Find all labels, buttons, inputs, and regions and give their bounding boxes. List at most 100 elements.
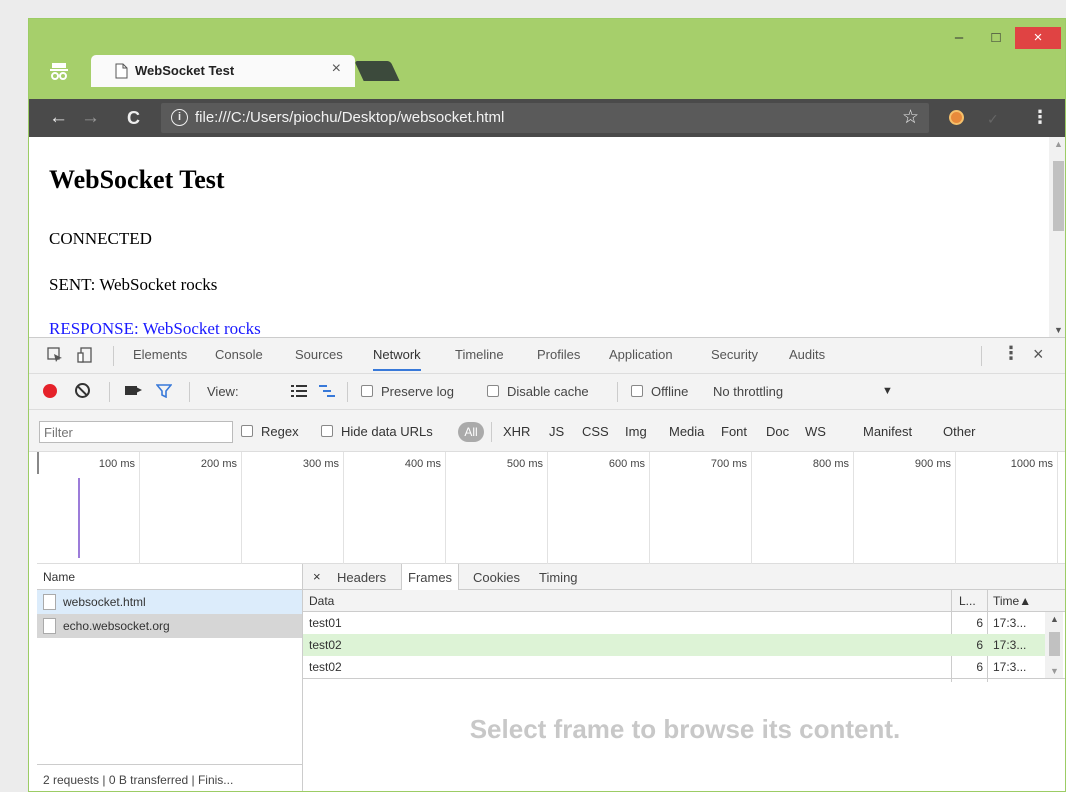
regex-label[interactable]: Regex (261, 424, 299, 439)
scroll-up-icon[interactable]: ▲ (1050, 614, 1059, 624)
new-tab-button[interactable] (354, 61, 400, 81)
divider (303, 678, 1065, 679)
divider (189, 382, 190, 402)
tab-headers[interactable]: Headers (337, 570, 386, 585)
tab-console[interactable]: Console (215, 347, 263, 362)
minimize-button[interactable]: – (947, 27, 971, 49)
chevron-down-icon[interactable]: ▼ (882, 385, 893, 397)
offline-label[interactable]: Offline (651, 384, 688, 399)
forward-button[interactable]: → (81, 107, 100, 129)
frame-time: 17:3... (993, 616, 1027, 630)
back-button[interactable]: ← (49, 107, 68, 129)
devtools-close-icon[interactable]: × (1033, 344, 1044, 365)
tab-application[interactable]: Application (609, 347, 673, 362)
frame-length: 6 (976, 660, 983, 674)
info-icon[interactable]: i (171, 109, 188, 126)
extension-check-icon[interactable]: ✓ (987, 111, 999, 128)
reload-button[interactable]: C (127, 107, 140, 129)
scrollbar-thumb[interactable] (1049, 632, 1060, 656)
tab-elements[interactable]: Elements (133, 347, 187, 362)
tab-audits[interactable]: Audits (789, 347, 825, 362)
filter-manifest[interactable]: Manifest (863, 424, 912, 439)
name-column-header[interactable]: Name (37, 564, 302, 590)
filter-css[interactable]: CSS (582, 424, 609, 439)
hide-data-urls-label[interactable]: Hide data URLs (341, 424, 433, 439)
timeline-gridline (241, 452, 242, 564)
regex-checkbox[interactable] (241, 425, 253, 437)
divider (109, 382, 110, 402)
filter-xhr[interactable]: XHR (503, 424, 530, 439)
tab-profiles[interactable]: Profiles (537, 347, 580, 362)
inspect-element-icon[interactable] (47, 347, 63, 363)
filter-font[interactable]: Font (721, 424, 747, 439)
request-name: echo.websocket.org (63, 619, 170, 633)
frame-row-selected[interactable]: test02 6 17:3... (303, 634, 1045, 656)
address-bar[interactable]: i file:///C:/Users/piochu/Desktop/websoc… (161, 103, 929, 133)
scroll-up-icon[interactable]: ▲ (1054, 139, 1063, 149)
tab-close-icon[interactable]: × (332, 60, 341, 78)
tab-timeline[interactable]: Timeline (455, 347, 504, 362)
scrollbar-thumb[interactable] (1053, 161, 1064, 231)
request-row[interactable]: echo.websocket.org (37, 614, 302, 638)
preserve-log-checkbox[interactable] (361, 385, 373, 397)
tab-frames[interactable]: Frames (401, 564, 460, 591)
preserve-log-label[interactable]: Preserve log (381, 384, 454, 399)
timeline-tick-label: 900 ms (914, 458, 951, 470)
bookmark-star-icon[interactable]: ☆ (902, 106, 919, 129)
disable-cache-label[interactable]: Disable cache (507, 384, 589, 399)
time-column-header[interactable]: Time▲ (993, 594, 1031, 608)
divider (617, 382, 618, 402)
extension-icon[interactable] (949, 110, 964, 125)
browser-toolbar: ← → C i file:///C:/Users/piochu/Desktop/… (29, 99, 1065, 137)
device-toolbar-icon[interactable] (77, 347, 93, 363)
clear-icon[interactable] (75, 383, 90, 398)
frame-data: test02 (309, 638, 342, 652)
offline-checkbox[interactable] (631, 385, 643, 397)
tab-network[interactable]: Network (373, 347, 421, 371)
request-row[interactable]: websocket.html (37, 590, 302, 614)
frame-row[interactable]: test02 6 17:3... (303, 656, 1045, 678)
hide-data-urls-checkbox[interactable] (321, 425, 333, 437)
disable-cache-checkbox[interactable] (487, 385, 499, 397)
filter-doc[interactable]: Doc (766, 424, 789, 439)
tab-security[interactable]: Security (711, 347, 758, 362)
frame-length: 6 (976, 638, 983, 652)
filter-bar: Regex Hide data URLs All XHR JS CSS Img … (29, 410, 1065, 452)
large-rows-icon[interactable] (291, 385, 307, 397)
url-text[interactable]: file:///C:/Users/piochu/Desktop/websocke… (195, 109, 504, 126)
capture-screenshots-icon[interactable] (125, 386, 142, 395)
filter-other[interactable]: Other (943, 424, 976, 439)
filter-media[interactable]: Media (669, 424, 704, 439)
divider (491, 422, 492, 442)
scroll-down-icon[interactable]: ▼ (1050, 666, 1059, 676)
tab-cookies[interactable]: Cookies (473, 570, 520, 585)
timeline-gridline (751, 452, 752, 564)
tab-sources[interactable]: Sources (295, 347, 343, 362)
filter-js[interactable]: JS (549, 424, 564, 439)
network-overview-timeline[interactable]: 100 ms 200 ms 300 ms 400 ms 500 ms 600 m… (37, 452, 1065, 564)
frame-row[interactable]: test01 6 17:3... (303, 612, 1045, 634)
data-column-header[interactable]: Data (309, 594, 334, 608)
length-column-header[interactable]: L... (959, 594, 976, 608)
title-bar: WebSocket Test × – □ × (29, 19, 1065, 99)
page-scrollbar[interactable]: ▲ ▼ (1049, 137, 1065, 337)
close-detail-icon[interactable]: × (313, 569, 321, 584)
frame-length: 6 (976, 616, 983, 630)
browser-tab[interactable]: WebSocket Test × (91, 55, 355, 87)
filter-icon[interactable] (156, 384, 172, 398)
filter-ws[interactable]: WS (805, 424, 826, 439)
maximize-button[interactable]: □ (984, 27, 1008, 49)
browser-menu-icon[interactable]: ⋮ (1031, 107, 1049, 128)
tab-timing[interactable]: Timing (539, 570, 578, 585)
devtools-more-icon[interactable]: ⋮ (1002, 343, 1020, 364)
frames-scrollbar[interactable]: ▲ ▼ (1045, 612, 1063, 678)
record-icon[interactable] (43, 384, 57, 398)
filter-img[interactable]: Img (625, 424, 647, 439)
close-window-button[interactable]: × (1015, 27, 1061, 49)
scroll-down-icon[interactable]: ▼ (1054, 325, 1063, 335)
status-line: CONNECTED (49, 229, 152, 248)
waterfall-view-icon[interactable] (319, 385, 335, 397)
filter-all-button[interactable]: All (458, 422, 484, 442)
filter-input[interactable] (39, 421, 233, 443)
throttling-select[interactable]: No throttling (713, 384, 783, 399)
